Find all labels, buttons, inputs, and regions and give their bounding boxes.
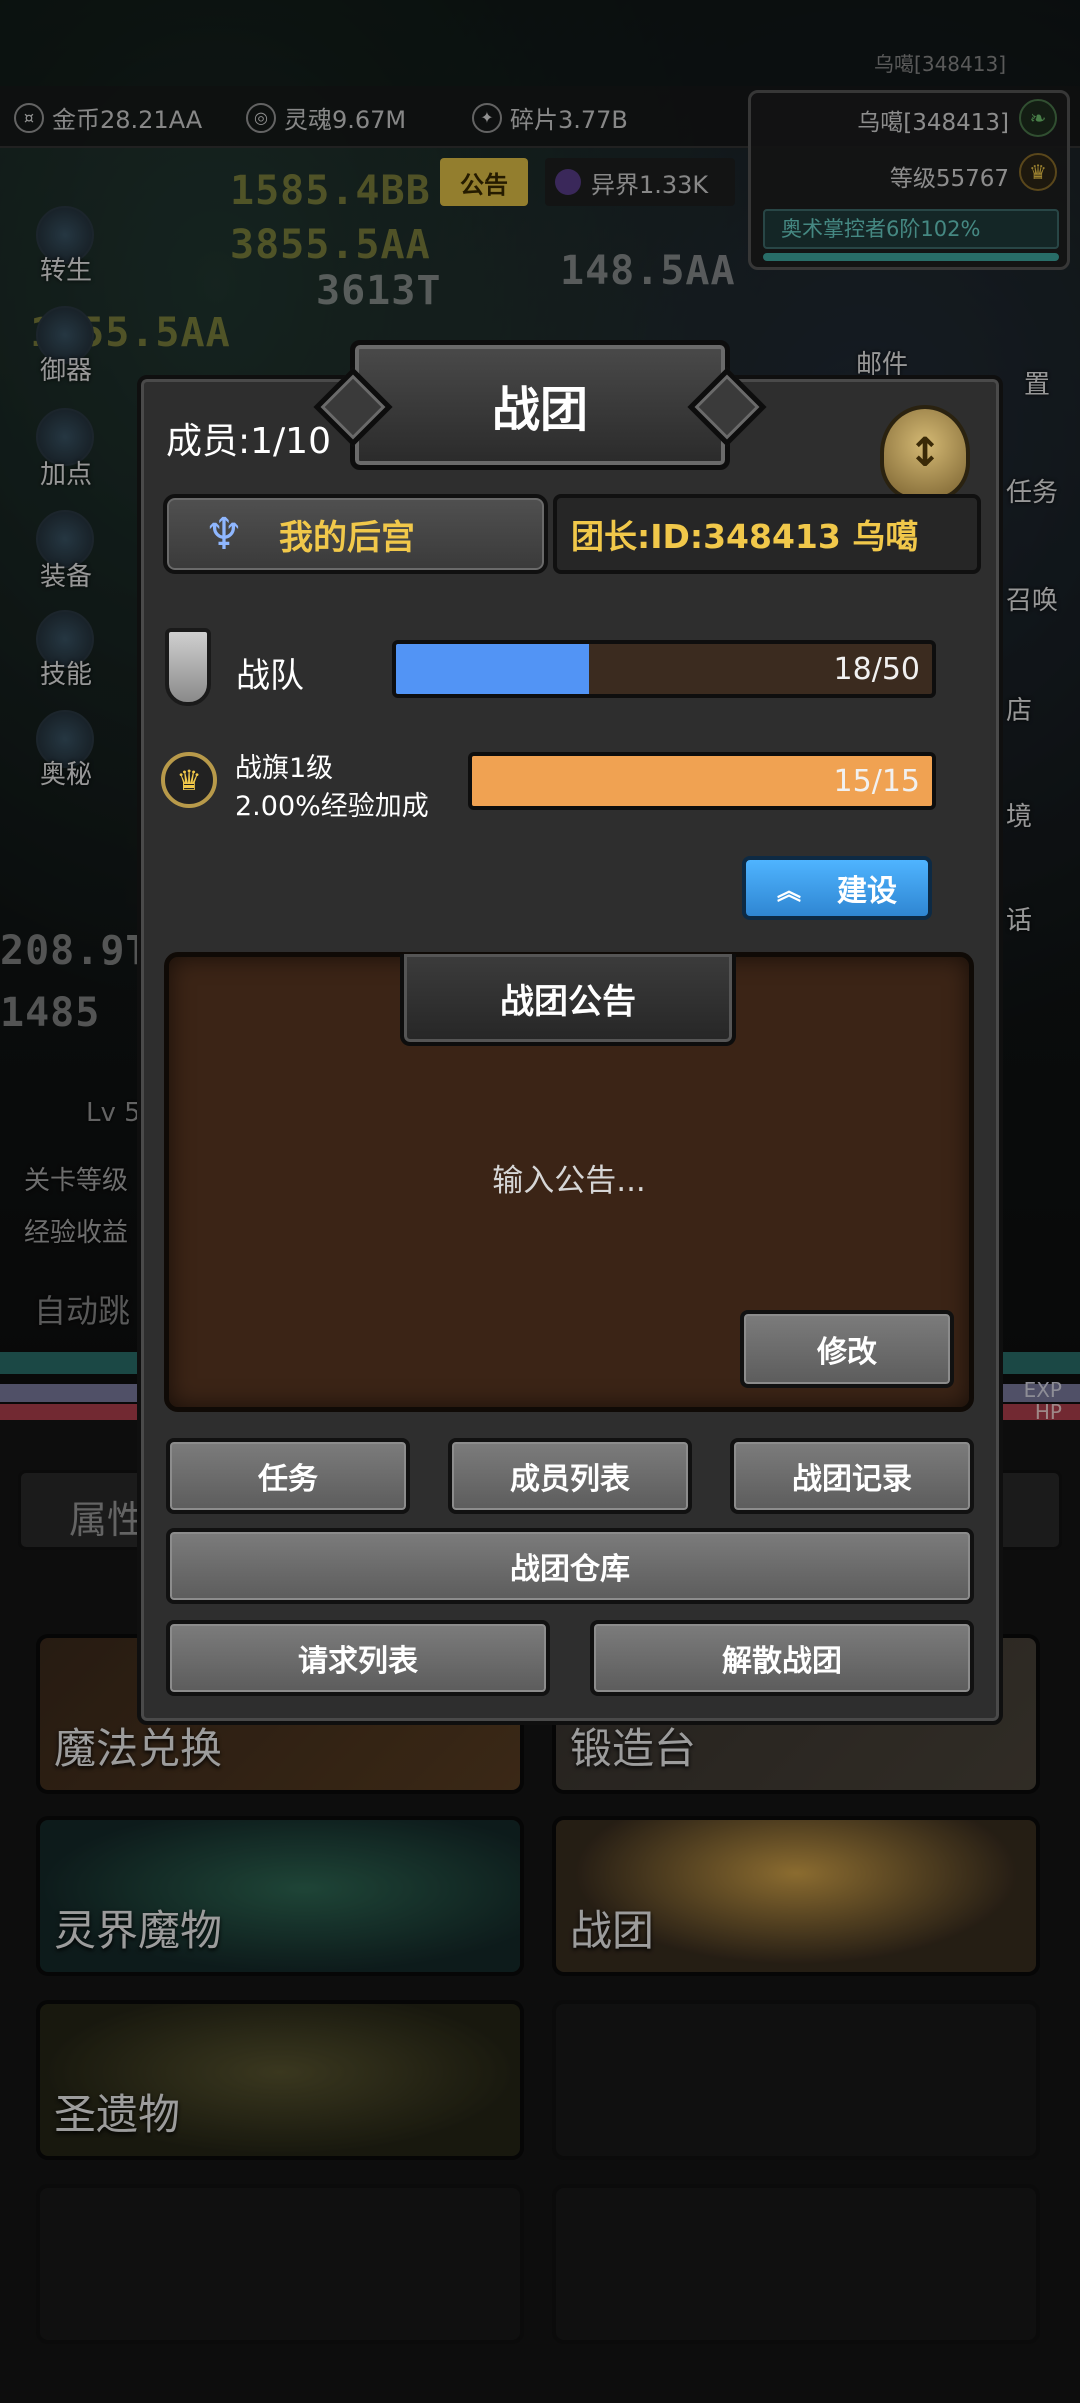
guild-crest-icon[interactable]: ↕ bbox=[880, 405, 970, 501]
edit-notice-button[interactable]: 修改 bbox=[740, 1310, 954, 1388]
member-count: 成员:1/10 bbox=[166, 421, 331, 462]
leader-text: 团长:ID:348413 乌噶 bbox=[571, 517, 919, 556]
build-button[interactable]: ︽ 建设 bbox=[742, 856, 932, 920]
guild-record-button[interactable]: 战团记录 bbox=[730, 1438, 974, 1514]
request-list-button[interactable]: 请求列表 bbox=[166, 1620, 550, 1696]
shield-icon bbox=[165, 628, 211, 706]
flag-level: 战旗1级 bbox=[235, 753, 334, 784]
flag-progress-bar: 15/15 bbox=[468, 752, 936, 810]
disband-guild-button[interactable]: 解散战团 bbox=[590, 1620, 974, 1696]
guild-warehouse-button[interactable]: 战团仓库 bbox=[166, 1528, 974, 1604]
chevron-up-icon: ︽ bbox=[777, 876, 801, 905]
flag-progress-text: 15/15 bbox=[833, 764, 920, 799]
modal-title-banner: 战团 bbox=[313, 340, 767, 470]
team-progress-fill bbox=[396, 644, 589, 694]
task-button[interactable]: 任务 bbox=[166, 1438, 410, 1514]
trident-icon: ♆ bbox=[204, 508, 244, 560]
team-progress-text: 18/50 bbox=[833, 652, 920, 687]
team-label: 战队 bbox=[236, 656, 304, 696]
guild-name: 我的后宫 bbox=[279, 517, 415, 558]
notice-input[interactable]: 输入公告... bbox=[164, 1155, 974, 1200]
flag-bonus: 2.00%经验加成 bbox=[235, 791, 429, 822]
member-list-button[interactable]: 成员列表 bbox=[448, 1438, 692, 1514]
notice-title: 战团公告 bbox=[400, 954, 736, 1046]
build-label: 建设 bbox=[837, 874, 897, 909]
guild-leader: 团长:ID:348413 乌噶 bbox=[553, 494, 981, 574]
team-progress-bar: 18/50 bbox=[392, 640, 936, 698]
crown-icon: ♛ bbox=[161, 752, 217, 808]
modal-title: 战团 bbox=[491, 382, 588, 438]
guild-name-button[interactable]: ♆ 我的后宫 bbox=[163, 494, 548, 574]
